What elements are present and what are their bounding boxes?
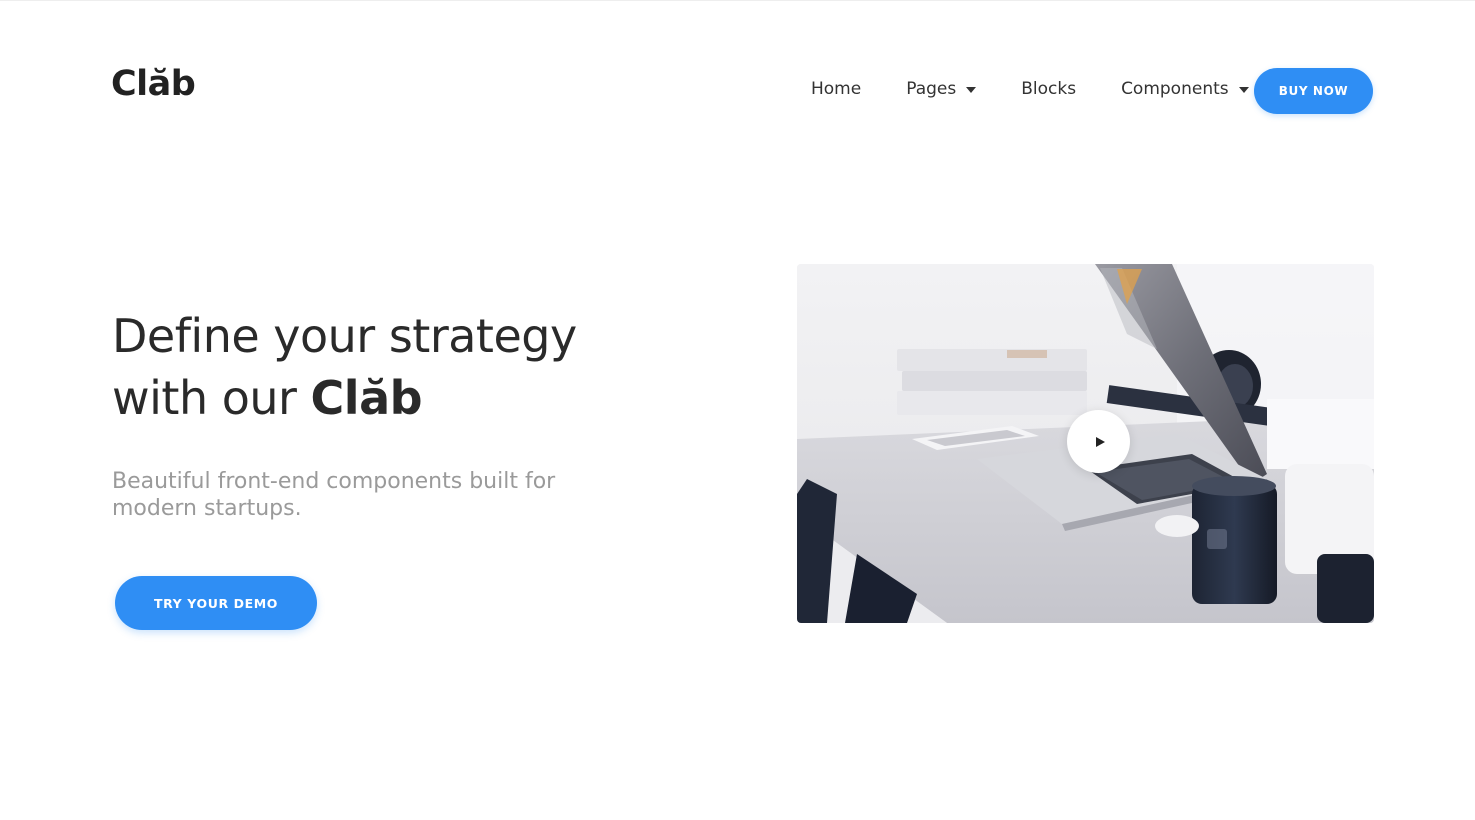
nav-components-dropdown[interactable]: Components bbox=[1121, 79, 1249, 99]
hero-title-line1: Define your strategy bbox=[112, 309, 577, 363]
hero-title-brand: Clăb bbox=[310, 371, 423, 425]
hero-title: Define your strategy with our Clăb bbox=[112, 305, 672, 429]
nav-pages-label: Pages bbox=[906, 79, 957, 99]
logo[interactable]: Clăb bbox=[111, 62, 196, 106]
buy-now-button[interactable]: BUY NOW bbox=[1254, 68, 1373, 114]
nav-blocks-label: Blocks bbox=[1021, 79, 1077, 99]
caret-down-icon bbox=[1238, 87, 1249, 93]
play-icon bbox=[1095, 436, 1105, 447]
main-nav: Home Pages Blocks Components bbox=[811, 72, 1249, 106]
caret-down-icon bbox=[966, 87, 977, 93]
top-divider bbox=[0, 0, 1475, 1]
try-demo-button[interactable]: TRY YOUR DEMO bbox=[115, 576, 317, 630]
hero-title-line2-prefix: with our bbox=[112, 371, 311, 425]
nav-pages-dropdown[interactable]: Pages bbox=[906, 79, 977, 99]
play-video-button[interactable] bbox=[1067, 410, 1130, 473]
nav-home[interactable]: Home bbox=[811, 79, 861, 99]
nav-home-label: Home bbox=[811, 79, 862, 99]
nav-components-label: Components bbox=[1121, 79, 1229, 99]
nav-blocks[interactable]: Blocks bbox=[1021, 79, 1076, 99]
hero-subtitle: Beautiful front-end components built for… bbox=[112, 469, 556, 521]
